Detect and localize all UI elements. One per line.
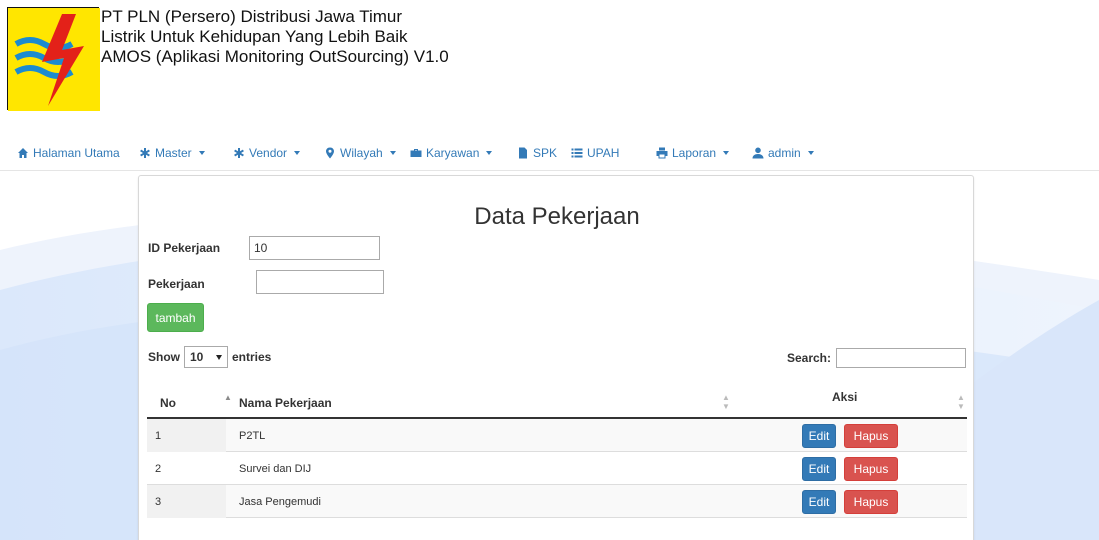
caret-down-icon <box>389 151 396 155</box>
list-icon <box>571 147 583 159</box>
column-header-no[interactable]: No <box>160 396 176 410</box>
caret-down-icon <box>486 151 493 155</box>
nav-label: SPK <box>533 146 558 160</box>
nav-label: Wilayah <box>340 146 383 160</box>
entries-select[interactable]: 10 <box>184 346 228 368</box>
caret-down-icon <box>294 151 301 155</box>
row-name: Survei dan DIJ <box>239 463 312 475</box>
caret-down-icon <box>198 151 205 155</box>
pekerjaan-input[interactable] <box>256 270 384 294</box>
map-marker-icon <box>324 147 336 159</box>
row-number: 2 <box>155 463 162 475</box>
briefcase-icon <box>410 147 422 159</box>
caret-down-icon <box>807 151 814 155</box>
asterisk-icon <box>233 147 245 159</box>
row-number: 3 <box>147 485 226 518</box>
nav-laporan[interactable]: Laporan <box>656 146 730 160</box>
sort-both-icon: ▲ ▼ <box>957 393 965 411</box>
caret-down-icon <box>723 151 730 155</box>
user-icon <box>752 147 764 159</box>
print-icon <box>656 147 668 159</box>
site-header: PT PLN (Persero) Distribusi Jawa Timur L… <box>0 0 1099 130</box>
id-pekerjaan-label: ID Pekerjaan <box>148 241 221 255</box>
row-name: Jasa Pengemudi <box>239 496 321 508</box>
nav-vendor[interactable]: Vendor <box>233 146 301 160</box>
nav-karyawan[interactable]: Karyawan <box>410 146 493 160</box>
edit-button[interactable]: Edit <box>802 490 836 514</box>
nav-label: Master <box>155 146 192 160</box>
pln-logo-icon <box>7 7 100 111</box>
nav-label: UPAH <box>587 146 620 160</box>
row-name: P2TL <box>239 430 266 442</box>
select-arrow-icon <box>216 354 222 360</box>
pekerjaan-label: Pekerjaan <box>148 277 205 291</box>
sort-asc-icon: ▲ <box>224 393 232 402</box>
tambah-button[interactable]: tambah <box>147 303 204 332</box>
header-text: PT PLN (Persero) Distribusi Jawa Timur L… <box>101 7 449 67</box>
row-number: 1 <box>147 419 226 452</box>
company-slogan: Listrik Untuk Kehidupan Yang Lebih Baik <box>101 27 408 46</box>
nav-wilayah[interactable]: Wilayah <box>324 146 396 160</box>
page-title: Data Pekerjaan <box>474 203 640 230</box>
main-navbar: Halaman Utama Master Vendor Wilayah Kary… <box>0 141 1099 171</box>
data-pekerjaan-panel: Data Pekerjaan ID Pekerjaan Pekerjaan ta… <box>138 175 974 540</box>
asterisk-icon <box>139 147 151 159</box>
entries-length-control: Show 10 entries <box>148 346 271 368</box>
table-row: 1 P2TL Edit Hapus <box>147 419 967 452</box>
nav-master[interactable]: Master <box>139 146 205 160</box>
table-row: 2 Survei dan DIJ Edit Hapus <box>147 452 967 485</box>
table-row: 3 Jasa Pengemudi Edit Hapus <box>147 485 967 518</box>
nav-spk[interactable]: SPK <box>517 146 557 160</box>
search-input[interactable] <box>836 348 966 368</box>
column-header-nama-pekerjaan[interactable]: Nama Pekerjaan <box>239 396 332 410</box>
company-name: PT PLN (Persero) Distribusi Jawa Timur <box>101 7 403 26</box>
column-header-aksi[interactable]: Aksi <box>832 390 857 404</box>
edit-button[interactable]: Edit <box>802 457 836 481</box>
home-icon <box>17 147 29 159</box>
hapus-button[interactable]: Hapus <box>844 490 898 514</box>
pekerjaan-table: No ▲ Nama Pekerjaan ▲ ▼ Aksi ▲ ▼ 1 P2TL Ed… <box>147 381 967 518</box>
search-label: Search: <box>786 351 831 365</box>
nav-halaman-utama[interactable]: Halaman Utama <box>17 146 120 160</box>
id-pekerjaan-input[interactable] <box>249 236 380 260</box>
nav-label: admin <box>768 146 801 160</box>
nav-admin[interactable]: admin <box>752 146 814 160</box>
file-icon <box>517 147 529 159</box>
nav-label: Halaman Utama <box>33 146 120 160</box>
app-name: AMOS (Aplikasi Monitoring OutSourcing) V… <box>101 47 449 66</box>
nav-upah[interactable]: UPAH <box>571 146 619 160</box>
edit-button[interactable]: Edit <box>802 424 836 448</box>
table-search: Search: <box>787 348 966 368</box>
nav-label: Vendor <box>249 146 288 160</box>
hapus-button[interactable]: Hapus <box>844 424 898 448</box>
show-label: Show <box>148 350 180 364</box>
nav-label: Karyawan <box>426 146 480 160</box>
sort-both-icon: ▲ ▼ <box>722 393 730 411</box>
table-header: No ▲ Nama Pekerjaan ▲ ▼ Aksi ▲ ▼ <box>147 381 967 419</box>
hapus-button[interactable]: Hapus <box>844 457 898 481</box>
nav-label: Laporan <box>672 146 717 160</box>
entries-label: entries <box>232 350 272 364</box>
entries-value: 10 <box>190 350 204 364</box>
